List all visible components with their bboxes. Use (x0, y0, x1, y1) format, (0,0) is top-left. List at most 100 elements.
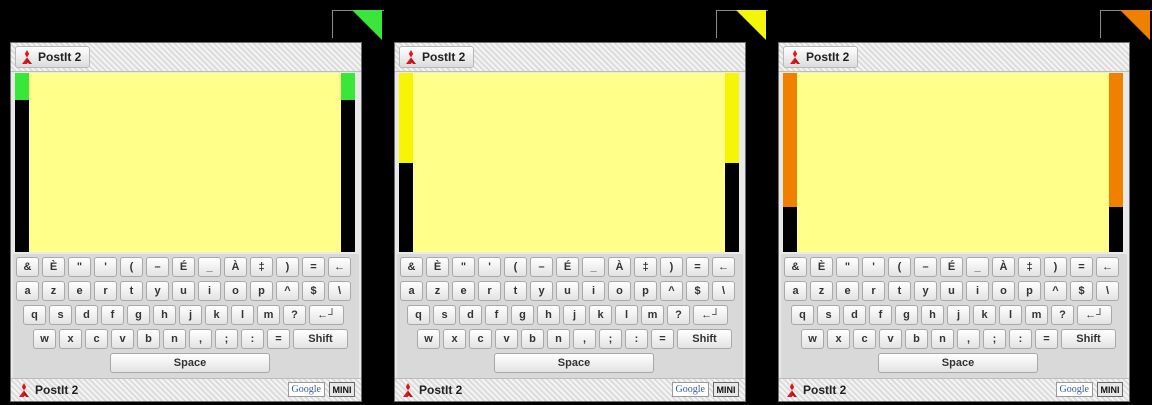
key[interactable]: k (589, 305, 612, 325)
enter-key[interactable]: ←┘ (1077, 305, 1112, 325)
key[interactable]: – (914, 257, 937, 277)
key[interactable]: d (75, 305, 98, 325)
key[interactable]: , (189, 329, 212, 349)
key[interactable]: e (836, 281, 859, 301)
key[interactable]: b (905, 329, 928, 349)
key[interactable]: m (641, 305, 664, 325)
key[interactable]: À (224, 257, 247, 277)
key[interactable]: _ (198, 257, 221, 277)
key[interactable]: t (888, 281, 911, 301)
note-text-area[interactable] (413, 73, 725, 252)
key[interactable]: É (940, 257, 963, 277)
key[interactable]: = (302, 257, 325, 277)
key[interactable]: ; (599, 329, 622, 349)
key[interactable]: ‡ (1018, 257, 1041, 277)
key[interactable]: s (49, 305, 72, 325)
key[interactable]: g (511, 305, 534, 325)
key[interactable]: w (33, 329, 56, 349)
key[interactable]: = (686, 257, 709, 277)
key[interactable]: f (869, 305, 892, 325)
key[interactable]: x (59, 329, 82, 349)
key[interactable]: z (426, 281, 449, 301)
backspace-key[interactable]: ← (1096, 257, 1119, 277)
key[interactable]: = (267, 329, 290, 349)
key[interactable]: : (1009, 329, 1032, 349)
key[interactable]: ) (1044, 257, 1067, 277)
key[interactable]: – (530, 257, 553, 277)
shift-key[interactable]: Shift (1061, 329, 1116, 349)
key[interactable]: ' (478, 257, 501, 277)
key[interactable]: a (784, 281, 807, 301)
key[interactable]: É (172, 257, 195, 277)
app-title-tab[interactable]: PostIt 2 (783, 46, 859, 68)
space-key[interactable]: Space (494, 353, 654, 373)
color-indicator-corner[interactable] (352, 10, 382, 40)
key[interactable]: \ (328, 281, 351, 301)
bottom-app-title[interactable]: PostIt 2 (785, 381, 846, 399)
key[interactable]: z (42, 281, 65, 301)
key[interactable]: : (625, 329, 648, 349)
key[interactable]: = (1070, 257, 1093, 277)
key[interactable]: l (231, 305, 254, 325)
key[interactable]: t (504, 281, 527, 301)
key[interactable]: d (459, 305, 482, 325)
key[interactable]: $ (1070, 281, 1093, 301)
key[interactable]: k (973, 305, 996, 325)
key[interactable]: ^ (660, 281, 683, 301)
key[interactable]: u (556, 281, 579, 301)
key[interactable]: v (495, 329, 518, 349)
app-title-tab[interactable]: PostIt 2 (399, 46, 475, 68)
key[interactable]: a (400, 281, 423, 301)
key[interactable]: w (801, 329, 824, 349)
key[interactable]: È (42, 257, 65, 277)
key[interactable]: h (537, 305, 560, 325)
key[interactable]: ? (667, 305, 690, 325)
key[interactable]: b (137, 329, 160, 349)
key[interactable]: j (563, 305, 586, 325)
key[interactable]: w (417, 329, 440, 349)
key[interactable]: & (400, 257, 423, 277)
key[interactable]: – (146, 257, 169, 277)
key[interactable]: ( (120, 257, 143, 277)
key[interactable]: " (68, 257, 91, 277)
key[interactable]: s (433, 305, 456, 325)
key[interactable]: ) (660, 257, 683, 277)
key[interactable]: y (146, 281, 169, 301)
key[interactable]: y (530, 281, 553, 301)
mini-button[interactable]: MINI (329, 382, 355, 397)
key[interactable]: o (608, 281, 631, 301)
key[interactable]: q (407, 305, 430, 325)
key[interactable]: f (485, 305, 508, 325)
google-button[interactable]: Google (671, 382, 709, 397)
key[interactable]: r (862, 281, 885, 301)
key[interactable]: x (827, 329, 850, 349)
key[interactable]: À (992, 257, 1015, 277)
key[interactable]: \ (712, 281, 735, 301)
key[interactable]: , (957, 329, 980, 349)
key[interactable]: u (172, 281, 195, 301)
google-button[interactable]: Google (1055, 382, 1093, 397)
note-text-area[interactable] (29, 73, 341, 252)
key[interactable]: r (478, 281, 501, 301)
key[interactable]: o (224, 281, 247, 301)
key[interactable]: ' (862, 257, 885, 277)
key[interactable]: ; (215, 329, 238, 349)
key[interactable]: n (931, 329, 954, 349)
shift-key[interactable]: Shift (677, 329, 732, 349)
bottom-app-title[interactable]: PostIt 2 (401, 381, 462, 399)
key[interactable]: b (521, 329, 544, 349)
key[interactable]: h (921, 305, 944, 325)
key[interactable]: n (547, 329, 570, 349)
key[interactable]: = (651, 329, 674, 349)
key[interactable]: ( (504, 257, 527, 277)
key[interactable]: e (68, 281, 91, 301)
key[interactable]: _ (582, 257, 605, 277)
key[interactable]: m (257, 305, 280, 325)
key[interactable]: g (895, 305, 918, 325)
app-title-tab[interactable]: PostIt 2 (15, 46, 91, 68)
key[interactable]: È (810, 257, 833, 277)
key[interactable]: m (1025, 305, 1048, 325)
key[interactable]: t (120, 281, 143, 301)
key[interactable]: ( (888, 257, 911, 277)
key[interactable]: , (573, 329, 596, 349)
